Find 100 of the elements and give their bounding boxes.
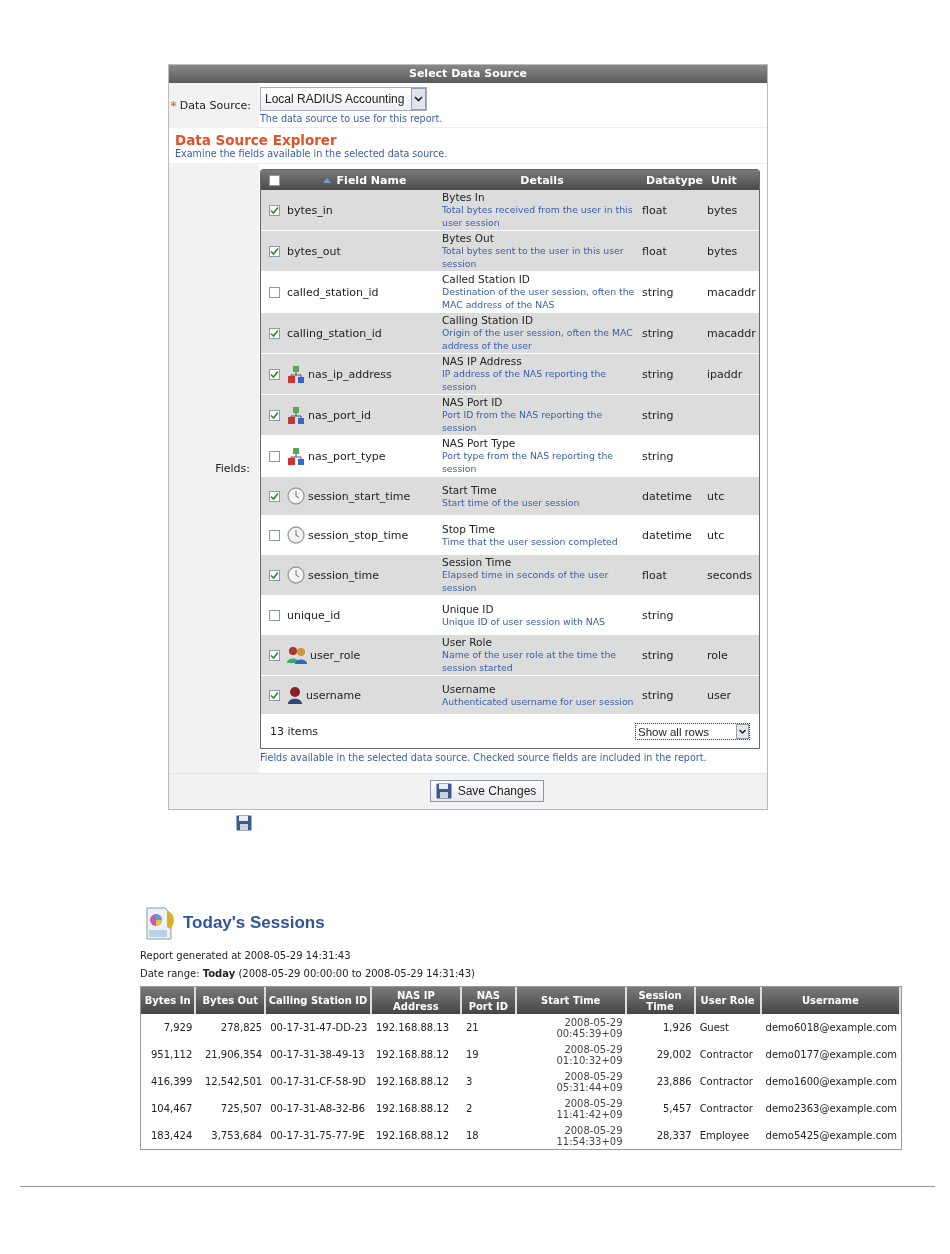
column-header[interactable]: Field Name	[287, 170, 442, 190]
date-range-text: Date range: Today (2008-05-29 00:00:00 to 2008-05-29 14:31:43)	[140, 968, 476, 979]
save-button[interactable]: Save Changes	[429, 780, 545, 802]
table-cell: 23,886	[656, 1076, 692, 1087]
checkbox[interactable]	[268, 409, 280, 421]
checkbox[interactable]	[268, 245, 280, 257]
checkbox[interactable]	[268, 649, 280, 661]
table-row[interactable]: calling_station_id Calling Station ID Origin of the user session, often the MAC address of the user string macaddr	[261, 313, 759, 354]
field-name: bytes_out	[287, 244, 341, 258]
fields-caption: Fields available in the selected data source. Checked source fields are included in the report.	[260, 752, 708, 763]
caret-icon	[411, 88, 426, 110]
field-title: Unique ID	[442, 602, 494, 615]
datatype-cell: float	[642, 244, 667, 258]
table-cell-text: 2008-05-29 11:54:33+09	[555, 1124, 623, 1147]
table-cell: 18	[465, 1130, 479, 1141]
field-description: IP address of the NAS reporting the session	[442, 367, 608, 393]
rows-dropdown[interactable]: Show all rows	[635, 723, 750, 740]
table-cell: demo1600@example.com	[765, 1076, 897, 1087]
checkbox[interactable]	[268, 368, 280, 380]
table-cell: demo6018@example.com	[765, 1022, 897, 1033]
field-description: Unique ID of user session with NAS	[442, 615, 606, 628]
field-name: unique_id	[287, 608, 341, 622]
table-cell: 7,929	[163, 1022, 193, 1033]
field-hint: The data source to use for this report.	[260, 113, 444, 124]
checkbox[interactable]	[268, 569, 280, 581]
field-description: Origin of the user session, often the MAC address of the user	[442, 326, 634, 352]
table-row[interactable]: nas_port_id NAS Port ID Port ID from the NAS reporting the session string	[261, 395, 759, 436]
checkbox[interactable]	[268, 286, 280, 298]
unit-cell: utc	[707, 489, 725, 503]
field-name: nas_ip_address	[308, 367, 392, 381]
table-cell: 00-17-31-38-49-13	[270, 1049, 365, 1060]
field-name: user_role	[310, 648, 361, 662]
table-row[interactable]: bytes_out Bytes Out Total bytes sent to the user in this user session float bytes	[261, 231, 759, 272]
table-cell-text: 2008-05-29 01:10:32+09	[555, 1043, 623, 1066]
table-row[interactable]: bytes_in Bytes In Total bytes received from the user in this user session float bytes	[261, 190, 759, 231]
column-header: Bytes Out	[196, 987, 267, 1014]
table-cell: Contractor	[699, 1103, 753, 1114]
table-row[interactable]: session_time Session Time Elapsed time in seconds of the user session float seconds	[261, 555, 759, 596]
checkbox[interactable]	[268, 529, 280, 541]
table-row[interactable]: user_role User Role Name of the user role at the time the session started string role	[261, 635, 759, 676]
checkbox[interactable]	[268, 689, 280, 701]
field-description: Destination of the user session, often the MAC address of the NAS	[442, 285, 636, 311]
field-label: Data Source:	[179, 98, 251, 112]
datatype-cell: string	[642, 367, 674, 381]
field-title: NAS Port Type	[442, 437, 516, 449]
checkbox[interactable]	[268, 490, 280, 502]
sort-arrow-icon	[322, 177, 331, 183]
checkbox[interactable]	[268, 204, 280, 216]
column-header: User Role	[695, 987, 762, 1014]
field-description: Start time of the user session	[442, 495, 580, 509]
section-subtitle: Examine the fields available in the selected data source.	[175, 148, 449, 159]
datatype-cell: string	[642, 326, 674, 340]
save-icon	[236, 815, 252, 831]
field-title: NAS IP Address	[442, 355, 522, 367]
column-header[interactable]: Unit	[707, 170, 759, 190]
datatype-cell: string	[642, 449, 674, 463]
unit-cell: user	[707, 688, 731, 702]
table-cell-text: 2008-05-29 05:31:44+09	[555, 1070, 623, 1093]
clock-icon	[287, 566, 305, 584]
datatype-cell: string	[642, 285, 674, 299]
datatype-cell: string	[642, 648, 674, 662]
table-cell: demo2363@example.com	[765, 1103, 897, 1114]
column-header[interactable]: Details	[442, 170, 642, 190]
column-header: NAS IP Address	[371, 987, 462, 1014]
table-cell-text: 2008-05-29 11:41:42+09	[555, 1097, 623, 1120]
network-icon	[287, 447, 305, 465]
report-title: Today's Sessions	[183, 913, 325, 933]
unit-cell: bytes	[707, 203, 738, 217]
table-cell: 29,002	[656, 1049, 692, 1060]
table-row[interactable]: nas_ip_address NAS IP Address IP address of the NAS reporting the session string ipaddr	[261, 354, 759, 395]
table-cell: 2	[465, 1103, 473, 1114]
network-icon	[287, 406, 305, 424]
datatype-cell: string	[642, 408, 674, 422]
table-cell: 183,424	[150, 1130, 193, 1141]
field-name: called_station_id	[287, 285, 379, 299]
field-name: session_stop_time	[308, 528, 409, 542]
column-header[interactable]: Datatype	[642, 170, 707, 190]
table-row[interactable]: session_start_time Start Time Start time of the user session datetime utc	[261, 477, 759, 516]
field-name: username	[306, 688, 361, 702]
column-header: Bytes In	[141, 987, 197, 1014]
data-source-dropdown[interactable]: Local RADIUS Accounting	[260, 87, 427, 111]
field-title: User Role	[442, 636, 492, 648]
checkbox[interactable]	[268, 609, 280, 621]
table-cell: demo0177@example.com	[765, 1049, 897, 1060]
table-cell: 278,825	[220, 1022, 263, 1033]
field-label: Fields:	[215, 462, 250, 475]
datatype-cell: float	[642, 203, 667, 217]
field-description: Total bytes sent to the user in this user session	[442, 244, 625, 270]
table-row[interactable]: username Username Authenticated username for user session string user	[261, 676, 759, 715]
datatype-cell: string	[642, 688, 674, 702]
table-cell: 00-17-31-75-77-9E	[270, 1130, 365, 1141]
checkbox[interactable]	[268, 450, 280, 462]
checkbox[interactable]	[268, 174, 280, 186]
item-count: 13 items	[270, 725, 319, 738]
field-name: bytes_in	[287, 203, 333, 217]
unit-cell: role	[707, 648, 728, 662]
column-header: NAS Port ID	[461, 987, 517, 1014]
field-title: Stop Time	[442, 522, 495, 535]
users-icon	[287, 646, 307, 664]
checkbox[interactable]	[268, 327, 280, 339]
